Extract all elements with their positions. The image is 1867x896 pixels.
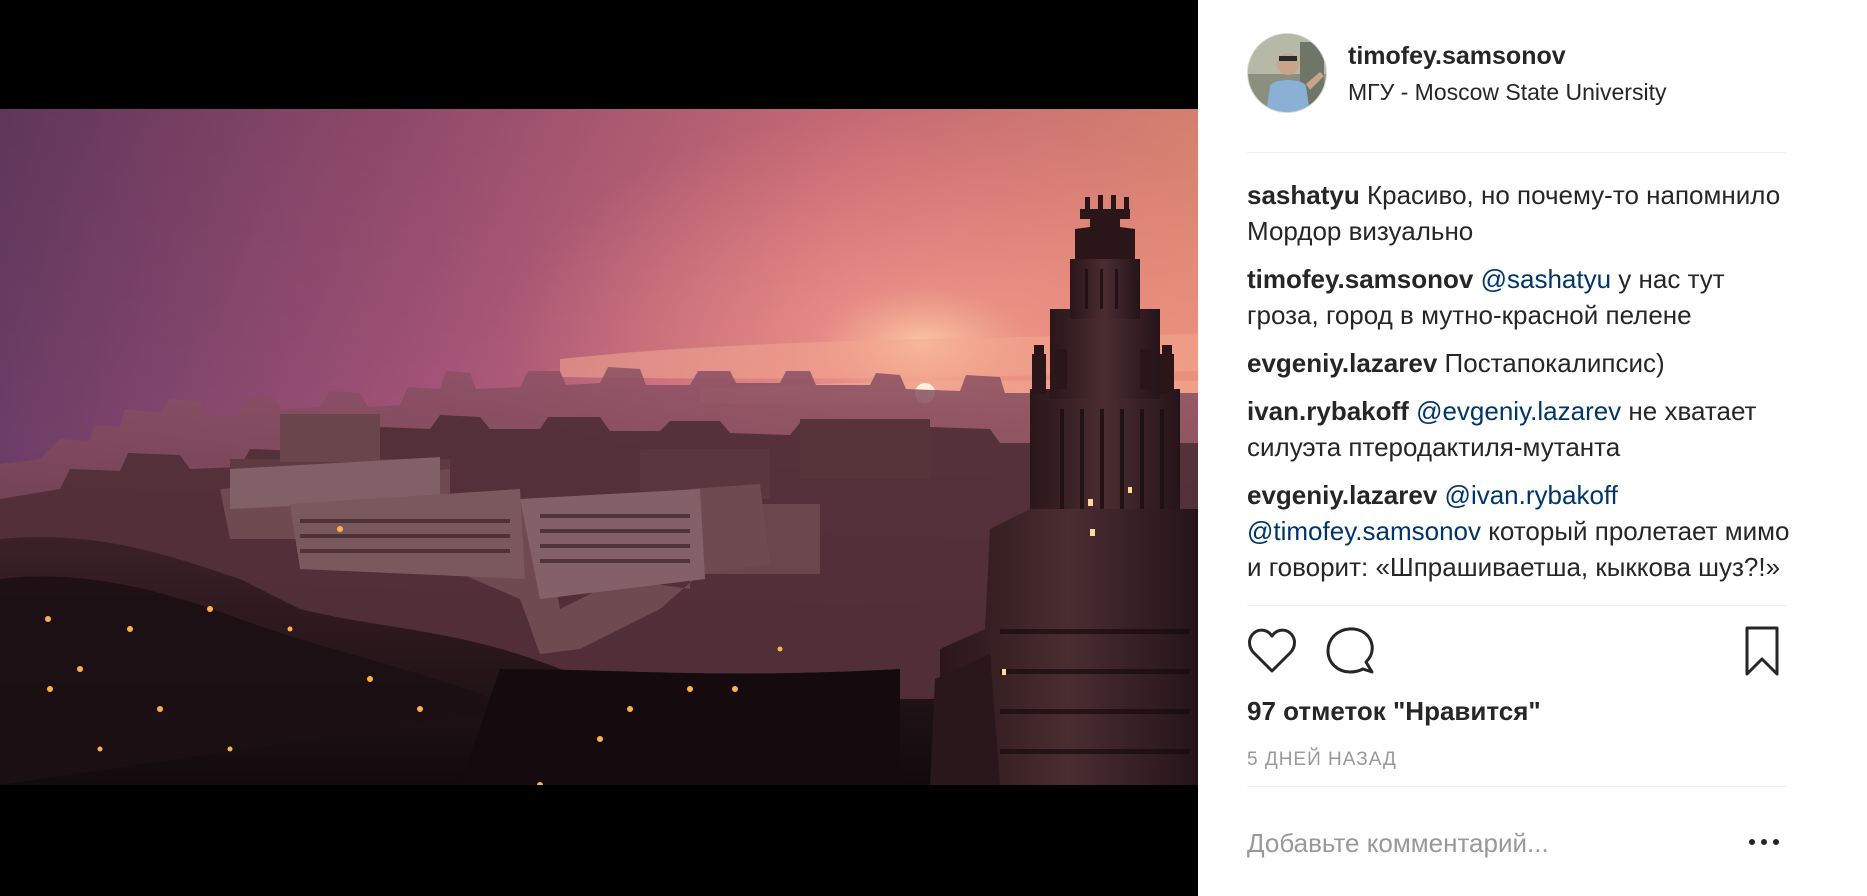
post-timestamp[interactable]: 5 ДНЕЙ НАЗАД — [1247, 749, 1397, 771]
post-viewer: timofey.samsonov МГУ - Moscow State Univ… — [0, 0, 1867, 896]
divider — [1247, 605, 1787, 606]
mention-link[interactable]: @ivan.rybakoff — [1445, 480, 1618, 510]
mention-link[interactable]: @timofey.samsonov — [1247, 516, 1481, 546]
comment-author[interactable]: ivan.rybakoff — [1247, 396, 1409, 426]
avatar[interactable] — [1247, 33, 1327, 113]
comments-list[interactable]: sashatyu Красиво, но почему-то напомнило… — [1247, 177, 1795, 601]
likes-count[interactable]: 97 отметок "Нравится" — [1247, 696, 1541, 727]
divider — [1247, 786, 1787, 787]
ellipsis-icon[interactable] — [1744, 830, 1784, 854]
comment-item: evgeniy.lazarev Постапокалипсис) — [1247, 345, 1795, 381]
comment-author[interactable]: sashatyu — [1247, 180, 1360, 210]
comment-item: sashatyu Красиво, но почему-то напомнило… — [1247, 177, 1795, 249]
comment-author[interactable]: evgeniy.lazarev — [1247, 348, 1437, 378]
username-link[interactable]: timofey.samsonov — [1348, 42, 1566, 71]
heart-icon[interactable] — [1245, 624, 1299, 678]
mention-link[interactable]: @evgeniy.lazarev — [1416, 396, 1621, 426]
comment-input[interactable] — [1247, 820, 1717, 866]
post-side-panel: timofey.samsonov МГУ - Moscow State Univ… — [1198, 0, 1867, 896]
comment-item: timofey.samsonov @sashatyu у нас тут гро… — [1247, 261, 1795, 333]
comment-text: Постапокалипсис) — [1444, 348, 1665, 378]
action-bar — [1247, 624, 1787, 680]
bookmark-icon[interactable] — [1735, 624, 1789, 678]
comment-item: ivan.rybakoff @evgeniy.lazarev не хватае… — [1247, 393, 1795, 465]
comment-author[interactable]: timofey.samsonov — [1247, 264, 1473, 294]
divider — [1247, 152, 1787, 153]
post-header: timofey.samsonov МГУ - Moscow State Univ… — [1247, 33, 1787, 115]
avatar-image — [1248, 34, 1326, 112]
location-link[interactable]: МГУ - Moscow State University — [1348, 79, 1666, 106]
add-comment-section — [1247, 810, 1787, 876]
mention-link[interactable]: @sashatyu — [1481, 264, 1611, 294]
post-photo[interactable] — [0, 109, 1198, 785]
post-media — [0, 0, 1198, 896]
comment-author[interactable]: evgeniy.lazarev — [1247, 480, 1437, 510]
comment-item: evgeniy.lazarev @ivan.rybakoff @timofey.… — [1247, 477, 1795, 585]
speech-bubble-icon[interactable] — [1323, 624, 1377, 678]
